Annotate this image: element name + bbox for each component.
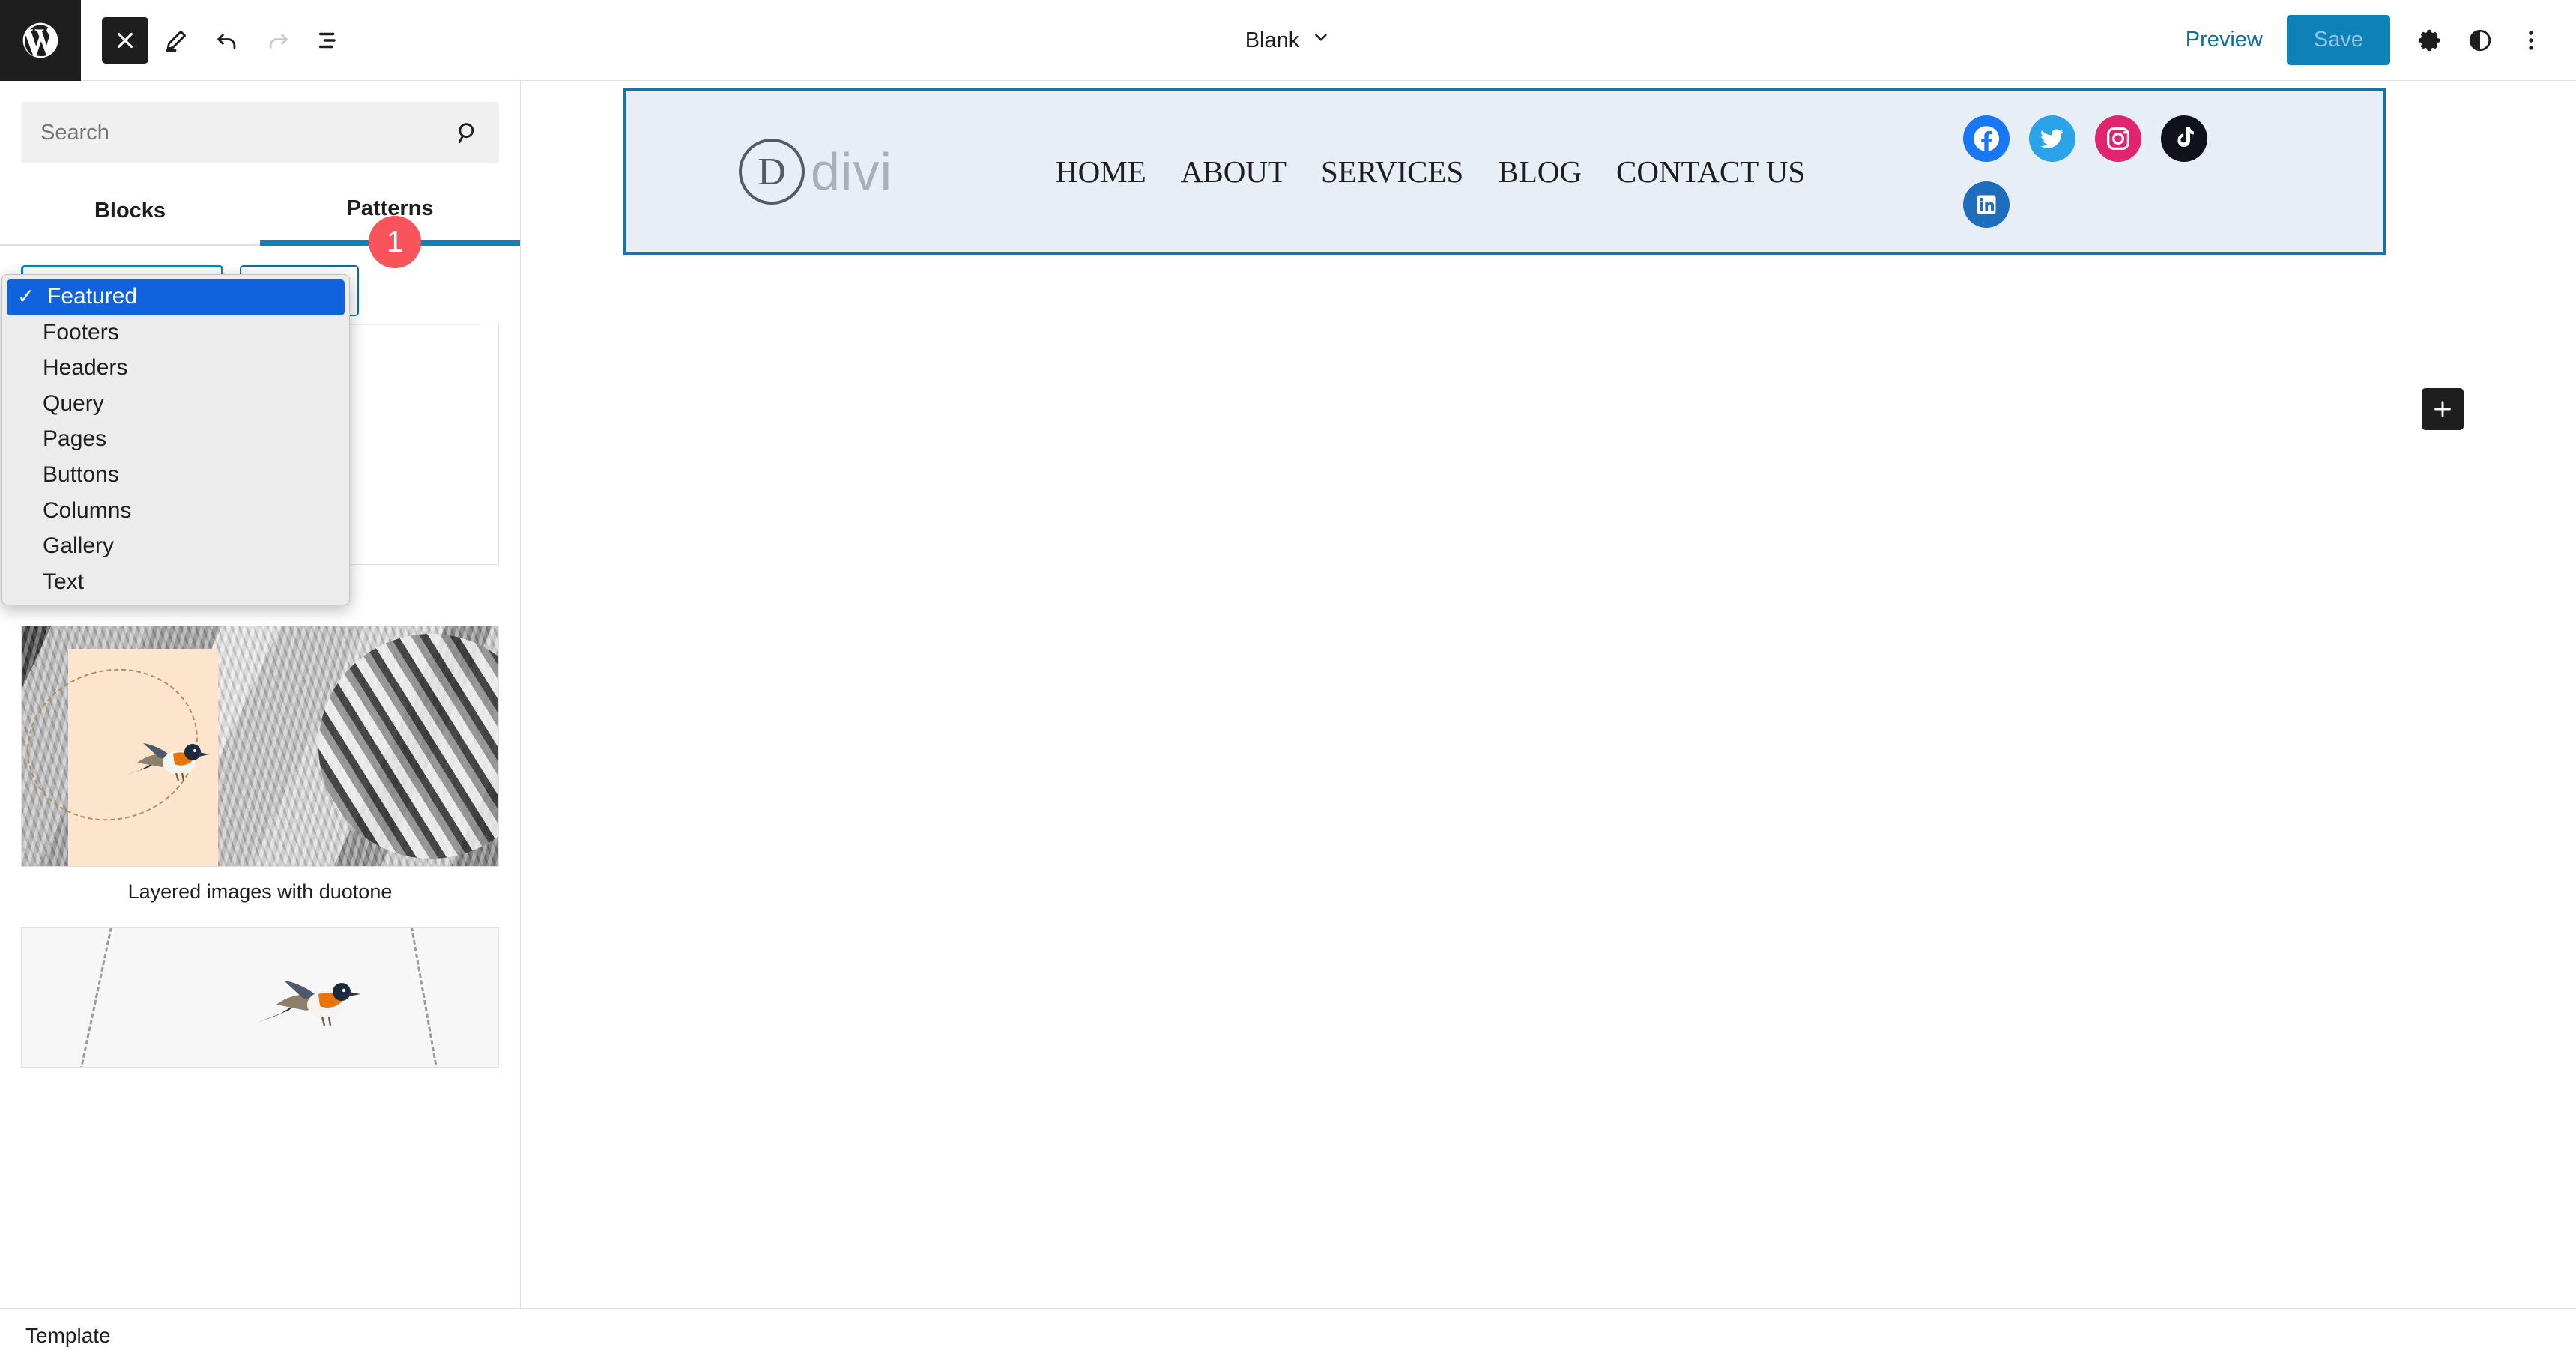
- dropdown-option-label: Buttons: [43, 461, 119, 489]
- nav-item-about[interactable]: ABOUT: [1181, 154, 1287, 190]
- editor-canvas: D divi HOME ABOUT SERVICES BLOG CONTACT …: [521, 81, 2576, 1308]
- block-inserter-sidebar: Blocks Patterns 1 Featured Explore ✓ Fea…: [0, 81, 521, 1362]
- toolbar-tools: [102, 17, 352, 64]
- divi-logo-mark: D: [739, 139, 805, 205]
- search-area: [0, 81, 520, 163]
- dropdown-option-gallery[interactable]: Gallery: [2, 529, 349, 565]
- list-view-icon[interactable]: [306, 17, 352, 64]
- search-box[interactable]: [21, 102, 499, 163]
- instagram-icon[interactable]: [2095, 115, 2141, 162]
- nav-item-services[interactable]: SERVICES: [1321, 154, 1463, 190]
- search-input[interactable]: [21, 121, 454, 145]
- editor-top-toolbar: Blank Preview Save: [0, 0, 2576, 81]
- duotone-art-preview: [22, 626, 498, 866]
- pattern-category-dropdown: ✓ Featured Footers Headers Query Pages B…: [1, 274, 350, 605]
- site-header-block[interactable]: D divi HOME ABOUT SERVICES BLOG CONTACT …: [623, 88, 2386, 255]
- divi-logo-text: divi: [811, 142, 892, 202]
- dropdown-option-label: Pages: [43, 426, 106, 453]
- wordpress-logo[interactable]: [0, 0, 81, 81]
- bird-illustration: [110, 724, 223, 796]
- dropdown-option-label: Query: [43, 390, 104, 418]
- pattern-preview[interactable]: [21, 927, 499, 1068]
- three-dots-vertical-icon[interactable]: [2507, 16, 2555, 64]
- document-title-button[interactable]: Blank: [1235, 20, 1342, 61]
- inserter-tabs: Blocks Patterns 1: [0, 180, 520, 246]
- dropdown-option-featured[interactable]: ✓ Featured: [7, 279, 345, 315]
- breadcrumb: Template: [25, 1324, 111, 1348]
- dropdown-option-query[interactable]: Query: [2, 387, 349, 423]
- dropdown-option-label: Gallery: [43, 533, 114, 560]
- dropdown-option-footers[interactable]: Footers: [2, 315, 349, 351]
- tiktok-icon[interactable]: [2161, 115, 2207, 162]
- save-button[interactable]: Save: [2287, 15, 2390, 65]
- twitter-icon[interactable]: [2029, 115, 2075, 162]
- step-badge-1: 1: [369, 216, 421, 268]
- undo-icon[interactable]: [204, 17, 250, 64]
- dropdown-option-pages[interactable]: Pages: [2, 422, 349, 458]
- site-logo[interactable]: D divi: [739, 139, 892, 205]
- check-icon: ✓: [17, 284, 40, 309]
- chevron-down-icon: [1311, 28, 1331, 53]
- linkedin-icon[interactable]: [1963, 181, 2010, 228]
- dropdown-option-columns[interactable]: Columns: [2, 494, 349, 530]
- preview-button[interactable]: Preview: [2169, 17, 2279, 63]
- dropdown-option-text[interactable]: Text: [2, 565, 349, 601]
- site-navigation: HOME ABOUT SERVICES BLOG CONTACT US: [1056, 154, 1805, 190]
- bird-illustration: [247, 960, 374, 1042]
- dropdown-option-buttons[interactable]: Buttons: [2, 458, 349, 494]
- dropdown-option-label: Featured: [47, 283, 137, 311]
- dropdown-option-label: Columns: [43, 497, 131, 525]
- redo-icon[interactable]: [255, 17, 301, 64]
- facebook-icon[interactable]: [1963, 115, 2010, 162]
- edit-pencil-icon[interactable]: [153, 17, 199, 64]
- nav-item-home[interactable]: HOME: [1056, 154, 1146, 190]
- dropdown-option-label: Footers: [43, 319, 119, 347]
- pattern-item-layered-duotone[interactable]: Layered images with duotone: [21, 626, 499, 908]
- close-icon[interactable]: [102, 17, 148, 64]
- dropdown-option-label: Headers: [43, 354, 127, 382]
- page-title: Blank: [1245, 28, 1300, 53]
- gear-icon[interactable]: [2405, 16, 2453, 64]
- pattern-preview[interactable]: [21, 626, 499, 867]
- add-block-button[interactable]: [2422, 388, 2464, 430]
- dropdown-option-headers[interactable]: Headers: [2, 351, 349, 387]
- nav-item-contact-us[interactable]: CONTACT US: [1616, 154, 1805, 190]
- contrast-half-circle-icon[interactable]: [2456, 16, 2504, 64]
- nav-item-blog[interactable]: BLOG: [1498, 154, 1582, 190]
- pattern-caption: Layered images with duotone: [21, 867, 499, 908]
- social-links: [1963, 115, 2270, 228]
- pattern-item-template-bird[interactable]: [21, 927, 499, 1068]
- dropdown-option-label: Text: [43, 569, 84, 596]
- editor-bottom-bar: Template: [0, 1308, 2576, 1362]
- toolbar-actions: Preview Save: [2169, 15, 2576, 65]
- search-icon: [454, 120, 499, 145]
- template-bird-preview: [22, 928, 498, 1067]
- tab-blocks[interactable]: Blocks: [0, 180, 260, 246]
